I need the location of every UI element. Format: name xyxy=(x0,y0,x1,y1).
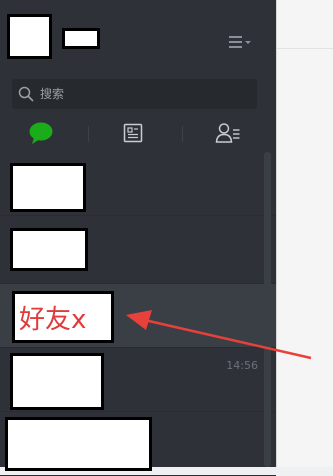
chat-bubble-icon xyxy=(29,122,53,144)
contact-redacted xyxy=(5,417,152,471)
search-icon xyxy=(18,86,34,102)
tab-contacts[interactable] xyxy=(213,120,243,146)
tab-divider xyxy=(182,126,183,142)
menu-lines-icon[interactable] xyxy=(229,36,251,50)
scrollbar[interactable] xyxy=(264,152,271,467)
document-icon xyxy=(123,123,143,143)
user-name-redacted xyxy=(62,28,100,49)
contacts-icon xyxy=(215,123,240,143)
search-input[interactable] xyxy=(40,79,252,109)
chevron-down-icon xyxy=(245,41,251,44)
tab-chats[interactable] xyxy=(26,120,56,146)
user-avatar-redacted[interactable] xyxy=(7,14,52,59)
sidebar: 14:56 好友x xyxy=(0,0,276,476)
contact-redacted xyxy=(10,228,88,271)
tab-public[interactable] xyxy=(118,120,148,146)
tab-divider xyxy=(88,126,89,142)
contact-label: 好友x xyxy=(12,291,114,343)
wechat-window: 14:56 好友x xyxy=(0,0,333,476)
contact-redacted xyxy=(10,163,86,212)
chat-panel xyxy=(276,0,333,467)
divider xyxy=(277,48,333,49)
contact-redacted xyxy=(10,353,104,410)
search-box[interactable] xyxy=(12,79,257,109)
message-time: 14:56 xyxy=(226,359,258,372)
